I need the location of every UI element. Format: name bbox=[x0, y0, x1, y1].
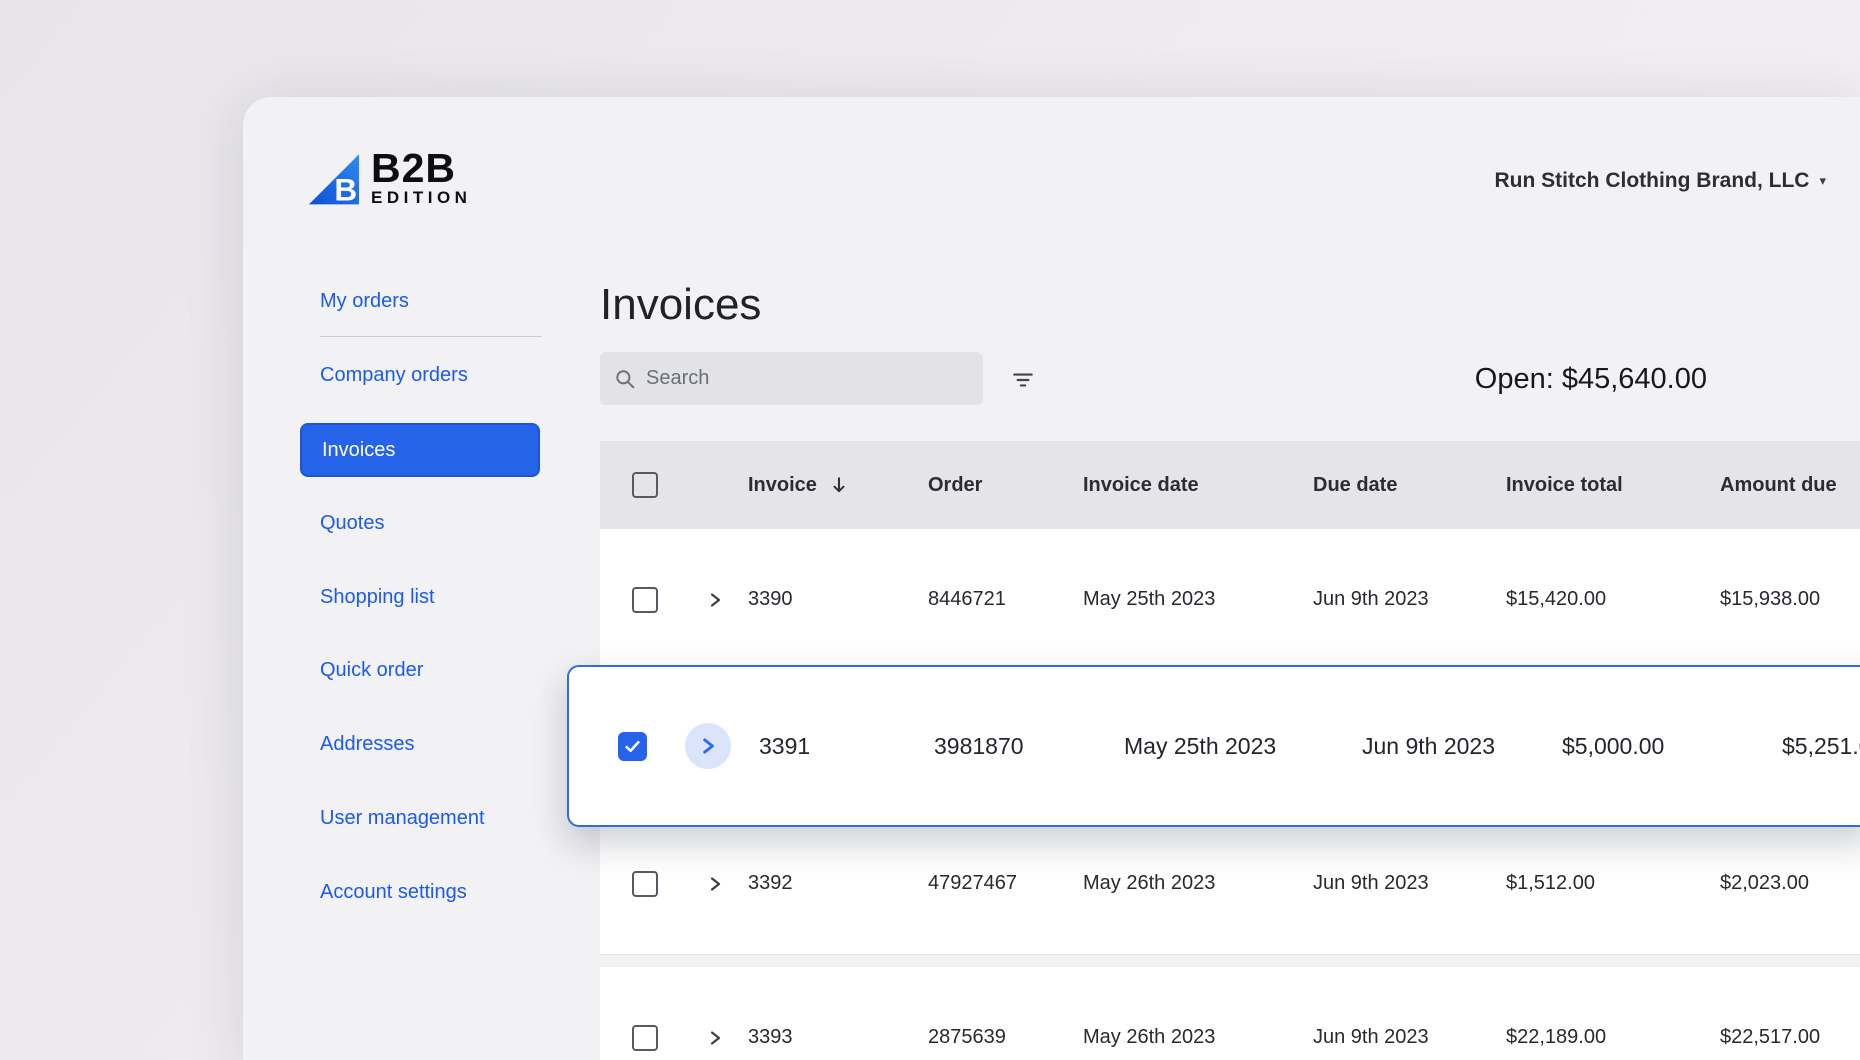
logo-text: B2B EDITION bbox=[371, 149, 471, 208]
table-header: Invoice Order Invoice date Due date Invo… bbox=[600, 441, 1860, 529]
expand-row-icon[interactable] bbox=[685, 723, 731, 769]
open-total-label: Open: bbox=[1475, 363, 1554, 395]
page-title: Invoices bbox=[600, 280, 761, 330]
sidebar-item-user-management[interactable]: User management bbox=[320, 803, 540, 833]
sidebar-item-quick-order[interactable]: Quick order bbox=[320, 655, 540, 685]
column-header-invoice-total[interactable]: Invoice total bbox=[1498, 474, 1712, 497]
cell-order: 8446721 bbox=[920, 588, 1075, 611]
open-total: Open: $45,640.00 bbox=[1475, 363, 1707, 396]
account-selector[interactable]: Run Stitch Clothing Brand, LLC ▾ bbox=[1495, 169, 1827, 193]
column-header-invoice[interactable]: Invoice bbox=[740, 474, 920, 497]
cell-invoice-total: $1,512.00 bbox=[1498, 872, 1712, 895]
chevron-down-icon: ▾ bbox=[1819, 173, 1826, 189]
sidebar-divider bbox=[320, 336, 542, 337]
cell-invoice-total: $5,000.00 bbox=[1554, 733, 1774, 760]
expand-row-icon[interactable] bbox=[706, 591, 724, 609]
logo-mark-icon: B bbox=[307, 149, 361, 207]
table-row[interactable]: 3392 47927467 May 26th 2023 Jun 9th 2023… bbox=[600, 813, 1860, 955]
expand-row-icon[interactable] bbox=[706, 1029, 724, 1047]
cell-due-date: Jun 9th 2023 bbox=[1305, 872, 1498, 895]
sidebar-item-my-orders[interactable]: My orders bbox=[320, 286, 540, 316]
search-box bbox=[600, 352, 983, 405]
sidebar-item-account-settings[interactable]: Account settings bbox=[320, 877, 540, 907]
column-header-due-date[interactable]: Due date bbox=[1305, 474, 1498, 497]
sidebar-item-invoices[interactable]: Invoices bbox=[300, 423, 540, 477]
cell-invoice-date: May 25th 2023 bbox=[1116, 733, 1354, 760]
cell-invoice-date: May 26th 2023 bbox=[1075, 872, 1305, 895]
cell-invoice: 3391 bbox=[751, 733, 926, 760]
filter-icon bbox=[1010, 367, 1036, 393]
row-checkbox[interactable] bbox=[632, 1025, 658, 1051]
sidebar-item-addresses[interactable]: Addresses bbox=[320, 729, 540, 759]
row-checkbox[interactable] bbox=[632, 871, 658, 897]
open-total-value: $45,640.00 bbox=[1562, 363, 1707, 395]
cell-invoice-date: May 26th 2023 bbox=[1075, 1026, 1305, 1049]
cell-amount-due: $22,517.00 bbox=[1712, 1026, 1860, 1049]
account-name: Run Stitch Clothing Brand, LLC bbox=[1495, 169, 1810, 193]
selected-row-slot: 3391 3981870 May 25th 2023 Jun 9th 2023 … bbox=[600, 671, 1860, 813]
sidebar-item-quotes[interactable]: Quotes bbox=[320, 508, 540, 538]
sort-down-arrow-icon bbox=[830, 476, 848, 494]
logo-subtitle: EDITION bbox=[371, 188, 471, 208]
table-row[interactable]: 3390 8446721 May 25th 2023 Jun 9th 2023 … bbox=[600, 529, 1860, 671]
sidebar-item-company-orders[interactable]: Company orders bbox=[320, 360, 540, 390]
column-header-invoice-date[interactable]: Invoice date bbox=[1075, 474, 1305, 497]
cell-invoice-total: $22,189.00 bbox=[1498, 1026, 1712, 1049]
row-group-gap bbox=[600, 955, 1860, 967]
cell-invoice: 3393 bbox=[740, 1026, 920, 1049]
column-header-amount-due[interactable]: Amount due bbox=[1712, 474, 1860, 497]
logo[interactable]: B B2B EDITION bbox=[307, 149, 471, 208]
row-checkbox[interactable] bbox=[632, 587, 658, 613]
cell-invoice-total: $15,420.00 bbox=[1498, 588, 1712, 611]
sidebar-item-shopping-list[interactable]: Shopping list bbox=[320, 582, 540, 612]
checkmark-icon bbox=[624, 738, 641, 755]
table-row-selected[interactable]: 3391 3981870 May 25th 2023 Jun 9th 2023 … bbox=[567, 665, 1860, 827]
svg-text:B: B bbox=[334, 172, 357, 208]
select-all-checkbox[interactable] bbox=[632, 472, 658, 498]
cell-order: 47927467 bbox=[920, 872, 1075, 895]
column-header-order[interactable]: Order bbox=[920, 474, 1075, 497]
cell-invoice: 3390 bbox=[740, 588, 920, 611]
search-input[interactable] bbox=[646, 367, 969, 390]
cell-order: 2875639 bbox=[920, 1026, 1075, 1049]
expand-row-icon[interactable] bbox=[706, 875, 724, 893]
cell-amount-due: $5,251.00 bbox=[1774, 733, 1860, 760]
cell-order: 3981870 bbox=[926, 733, 1116, 760]
filter-button[interactable] bbox=[1003, 360, 1043, 400]
cell-invoice: 3392 bbox=[740, 872, 920, 895]
cell-due-date: Jun 9th 2023 bbox=[1305, 588, 1498, 611]
cell-invoice-date: May 25th 2023 bbox=[1075, 588, 1305, 611]
invoices-table: Invoice Order Invoice date Due date Invo… bbox=[600, 441, 1860, 1060]
chevron-right-icon bbox=[698, 736, 718, 756]
row-checkbox-checked[interactable] bbox=[618, 732, 647, 761]
cell-amount-due: $15,938.00 bbox=[1712, 588, 1860, 611]
app-panel: B B2B EDITION Run Stitch Clothing Brand,… bbox=[243, 97, 1860, 1060]
cell-due-date: Jun 9th 2023 bbox=[1305, 1026, 1498, 1049]
search-icon bbox=[614, 368, 636, 390]
logo-title: B2B bbox=[371, 149, 471, 188]
table-row[interactable]: 3393 2875639 May 26th 2023 Jun 9th 2023 … bbox=[600, 967, 1860, 1060]
cell-amount-due: $2,023.00 bbox=[1712, 872, 1860, 895]
cell-due-date: Jun 9th 2023 bbox=[1354, 733, 1554, 760]
